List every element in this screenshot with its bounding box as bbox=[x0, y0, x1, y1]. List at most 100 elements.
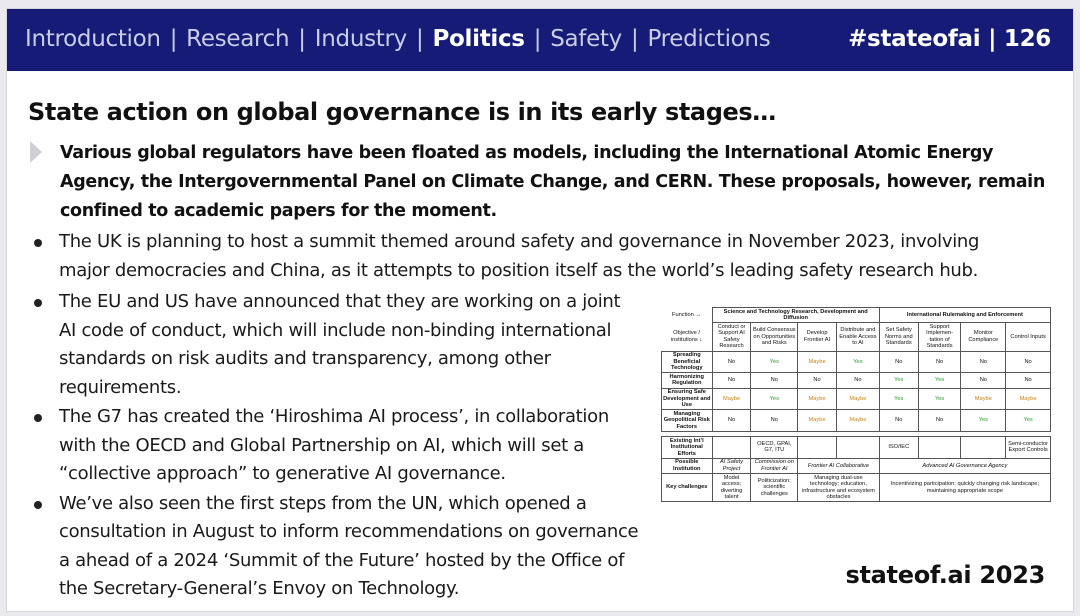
matrix-cell: Yes bbox=[878, 387, 919, 411]
column-header: Build Consensus on Opportunities and Ris… bbox=[750, 322, 799, 352]
matrix-cell: Maybe bbox=[711, 387, 752, 411]
matrix-cell bbox=[960, 436, 1007, 459]
nav-safety[interactable]: Safety bbox=[550, 26, 622, 52]
corner-label: Objective / institutions ↓ bbox=[670, 330, 703, 343]
matrix-cell: No bbox=[960, 372, 1007, 389]
bullet-list-top: The UK is planning to host a summit them… bbox=[31, 228, 1031, 286]
group-header-row: Function → Science and Technology Resear… bbox=[662, 306, 1052, 324]
governance-matrix-figure: Function → Science and Technology Resear… bbox=[661, 306, 1052, 535]
matrix-cell: No bbox=[1005, 372, 1051, 389]
bullet-item: The G7 has created the ‘Hiroshima AI pro… bbox=[31, 403, 641, 489]
matrix-cell: ISO/IEC bbox=[878, 436, 919, 459]
matrix-row: Ensuring Safe Development and Use Maybe … bbox=[661, 387, 1051, 411]
possible-institution-row: Possible Institution AI Safety Project C… bbox=[661, 457, 1052, 475]
matrix-cell: Maybe bbox=[1005, 387, 1051, 411]
matrix-cell: No bbox=[836, 372, 880, 389]
nav-research[interactable]: Research bbox=[186, 26, 289, 52]
header-bar: Introduction | Research | Industry | Pol… bbox=[7, 9, 1073, 71]
column-header: Monitor Compliance bbox=[960, 322, 1007, 352]
group-header: International Rulemaking and Enforcement bbox=[878, 306, 1052, 324]
matrix-cell: Semi-conductor Export Controls bbox=[1005, 436, 1051, 459]
function-label: Function → bbox=[671, 311, 702, 318]
matrix-cell: AI Safety Project bbox=[711, 457, 752, 475]
row-header: Managing Geopolitical Risk Factors bbox=[661, 409, 713, 433]
matrix-cell: Yes bbox=[750, 350, 799, 374]
bullet-item: The UK is planning to host a summit them… bbox=[31, 228, 1031, 285]
matrix-row: Harmonizing Regulation No No No No Yes Y… bbox=[661, 372, 1051, 389]
nav-separator: | bbox=[630, 26, 639, 52]
lead-paragraph: Various global regulators have been floa… bbox=[60, 143, 1045, 221]
row-header: Harmonizing Regulation bbox=[661, 372, 713, 389]
existing-efforts-row: Existing Int’l Institutional Efforts OEC… bbox=[661, 436, 1051, 459]
nav-predictions[interactable]: Predictions bbox=[647, 26, 770, 52]
matrix-cell: Maybe bbox=[797, 409, 838, 433]
nav-separator: | bbox=[533, 26, 542, 52]
matrix-cell: Maybe bbox=[960, 387, 1007, 411]
matrix-cell: No bbox=[878, 409, 919, 433]
matrix-cell: OECD, GPAI, G7, ITU bbox=[750, 436, 799, 459]
nav-separator: | bbox=[298, 26, 306, 52]
matrix-cell: No bbox=[711, 350, 752, 374]
governance-matrix-table: Function → Science and Technology Resear… bbox=[661, 306, 1052, 503]
bullet-list-left: The EU and US have announced that they a… bbox=[31, 288, 641, 605]
brand-footer: stateof.ai 2023 bbox=[845, 561, 1045, 589]
matrix-cell: No bbox=[917, 409, 962, 433]
matrix-cell: No bbox=[878, 350, 919, 374]
matrix-cell: No bbox=[750, 372, 799, 389]
nav-introduction[interactable]: Introduction bbox=[25, 26, 161, 52]
matrix-cell bbox=[797, 436, 838, 459]
matrix-cell: No bbox=[797, 372, 838, 389]
row-header: Spreading Beneficial Technology bbox=[661, 350, 713, 374]
row-header: Possible Institution bbox=[661, 457, 713, 475]
matrix-cell: Maybe bbox=[797, 387, 838, 411]
column-header: Set Safety Norms and Standards bbox=[878, 322, 919, 352]
matrix-cell: No bbox=[917, 350, 962, 374]
row-header: Existing Int’l Institutional Efforts bbox=[661, 436, 713, 459]
bullet-item: We’ve also seen the first steps from the… bbox=[31, 490, 641, 604]
nav-separator: | bbox=[169, 26, 178, 52]
matrix-cell: Yes bbox=[1005, 409, 1051, 433]
matrix-cell: Incentivizing participation; quickly cha… bbox=[878, 473, 1052, 503]
slide-title: State action on global governance is in … bbox=[28, 98, 776, 126]
nav-separator: | bbox=[416, 26, 424, 52]
column-header: Develop Frontier AI bbox=[797, 322, 838, 352]
matrix-cell: Commission on Frontier AI bbox=[750, 457, 799, 475]
matrix-cell bbox=[711, 436, 752, 459]
nav-politics[interactable]: Politics bbox=[432, 26, 525, 52]
matrix-cell: Yes bbox=[917, 372, 962, 389]
matrix-cell: Maybe bbox=[836, 387, 880, 411]
slide-tag-and-number: #stateofai | 126 bbox=[848, 26, 1051, 52]
matrix-cell: Model access; diverting talent bbox=[711, 473, 752, 503]
matrix-cell: Politicization; scientific challenges bbox=[750, 473, 799, 503]
matrix-cell: Yes bbox=[878, 372, 919, 389]
matrix-cell: No bbox=[711, 372, 752, 389]
arrow-icon bbox=[30, 141, 42, 163]
matrix-cell: No bbox=[960, 350, 1007, 374]
section-nav: Introduction | Research | Industry | Pol… bbox=[25, 26, 771, 52]
slide: Introduction | Research | Industry | Pol… bbox=[6, 8, 1074, 612]
matrix-cell: Advanced AI Governance Agency bbox=[878, 457, 1052, 475]
matrix-row: Managing Geopolitical Risk Factors No No… bbox=[661, 409, 1051, 433]
column-header: Support Implemen-tation of Standards bbox=[917, 322, 962, 352]
matrix-cell: No bbox=[711, 409, 752, 433]
matrix-cell: Maybe bbox=[836, 409, 880, 433]
column-header: Distribute and Enable Access to AI bbox=[836, 322, 880, 352]
matrix-cell: Yes bbox=[836, 350, 880, 374]
group-header: Science and Technology Research, Develop… bbox=[711, 306, 880, 324]
matrix-cell: Yes bbox=[750, 387, 799, 411]
matrix-cell: Yes bbox=[917, 387, 962, 411]
matrix-cell: Maybe bbox=[797, 350, 838, 374]
matrix-row: Spreading Beneficial Technology No Yes M… bbox=[661, 350, 1051, 374]
nav-industry[interactable]: Industry bbox=[315, 26, 408, 52]
row-header: Key challenges bbox=[661, 473, 713, 503]
column-header: Conduct or Support AI Safety Research bbox=[711, 322, 752, 352]
bullet-item: The EU and US have announced that they a… bbox=[31, 288, 641, 402]
column-header-row: Objective / institutions ↓ Conduct or Su… bbox=[662, 322, 1051, 352]
matrix-cell bbox=[917, 436, 962, 459]
key-challenges-row: Key challenges Model access; diverting t… bbox=[661, 473, 1052, 503]
matrix-cell bbox=[836, 436, 880, 459]
matrix-cell: No bbox=[1005, 350, 1051, 374]
matrix-cell: No bbox=[750, 409, 799, 433]
column-header: Control Inputs bbox=[1005, 322, 1051, 352]
matrix-cell: Yes bbox=[960, 409, 1007, 433]
